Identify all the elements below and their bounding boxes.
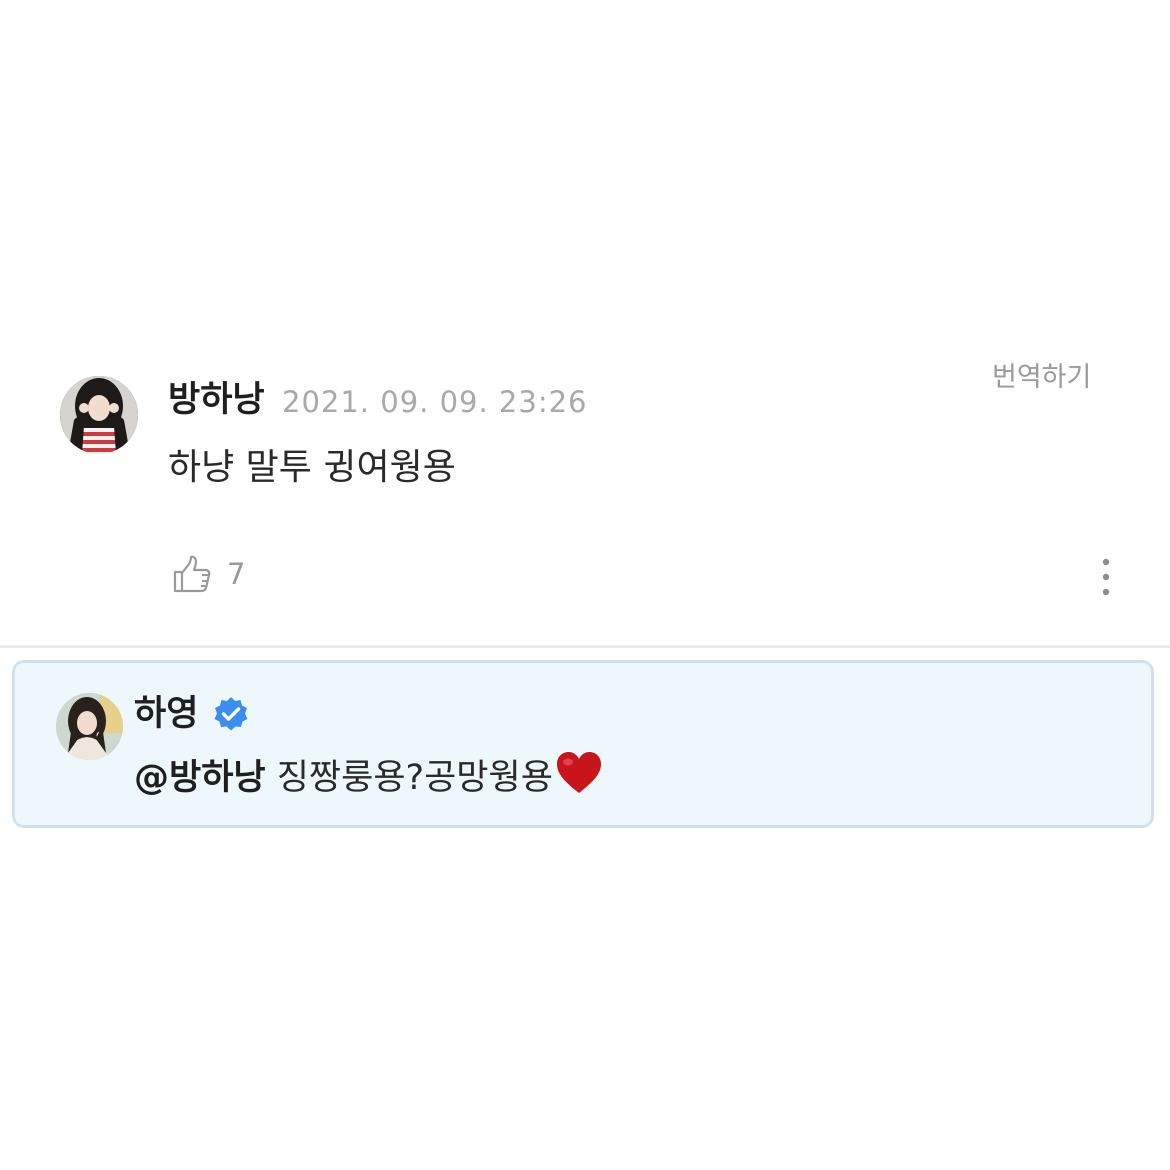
comment: 방하낭 2021. 09. 09. 23:26 번역하기 하냥 말투 귕여웡용 … — [0, 360, 1170, 646]
thumbs-up-icon[interactable] — [172, 554, 212, 594]
reply-text: @방하낭 징짱룽용?공망웡용 — [134, 751, 603, 802]
reply-box: 하영 @방하낭 징짱룽용?공망웡용 — [12, 660, 1154, 828]
reply-author[interactable]: 하영 — [134, 691, 198, 737]
profile-photo-icon — [56, 693, 123, 760]
author-avatar[interactable] — [60, 376, 138, 454]
comment-timestamp: 2021. 09. 09. 23:26 — [282, 385, 588, 419]
reply-message: 징짱룽용?공망웡용 — [265, 758, 553, 798]
more-options-icon[interactable] — [1096, 558, 1116, 596]
comment-text: 하냥 말투 귕여웡용 — [168, 447, 456, 488]
comment-thread: 방하낭 2021. 09. 09. 23:26 번역하기 하냥 말투 귕여웡용 … — [0, 0, 1170, 1170]
comment-author[interactable]: 방하낭 — [168, 376, 265, 424]
verified-badge-icon — [214, 697, 248, 731]
heart-icon — [556, 752, 601, 793]
translate-button[interactable]: 번역하기 — [992, 360, 1091, 396]
reply-author-avatar[interactable] — [56, 693, 123, 760]
like-count: 7 — [227, 557, 246, 591]
profile-photo-icon — [60, 376, 138, 454]
mention-link[interactable]: @방하낭 — [134, 758, 266, 798]
divider — [0, 645, 1170, 648]
